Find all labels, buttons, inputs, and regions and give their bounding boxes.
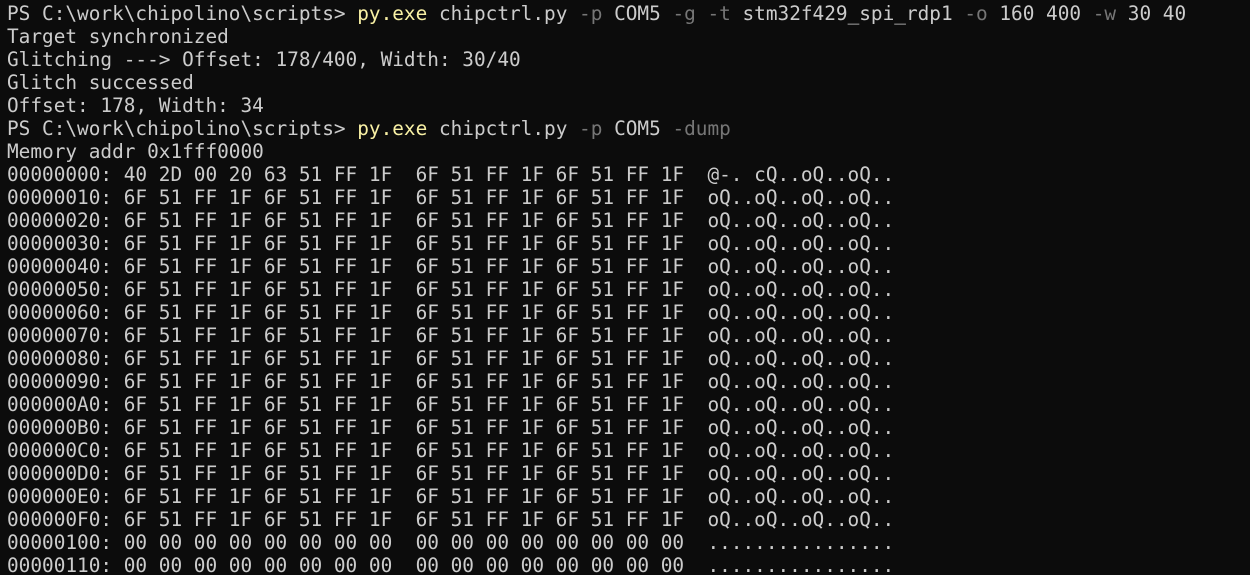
command-token-plain: PS C:\work\chipolino\scripts> [7, 117, 358, 140]
command-token-plain: chipctrl.py [427, 117, 580, 140]
command-token-plain: stm32f429_spi_rdp1 [730, 2, 965, 25]
output-line: 00000080: 6F 51 FF 1F 6F 51 FF 1F 6F 51 … [7, 347, 895, 370]
command-token-cmd: py.exe [357, 117, 428, 140]
output-line: Offset: 178, Width: 34 [7, 94, 264, 117]
output-line: 00000040: 6F 51 FF 1F 6F 51 FF 1F 6F 51 … [7, 255, 895, 278]
output-line: 00000000: 40 2D 00 20 63 51 FF 1F 6F 51 … [7, 163, 895, 186]
output-line: Memory addr 0x1fff0000 [7, 140, 264, 163]
command-token-flag: -w [1092, 2, 1117, 25]
output-line: Glitching ---> Offset: 178/400, Width: 3… [7, 48, 521, 71]
output-line: 00000100: 00 00 00 00 00 00 00 00 00 00 … [7, 531, 895, 554]
output-line: 000000C0: 6F 51 FF 1F 6F 51 FF 1F 6F 51 … [7, 439, 895, 462]
output-line: 000000E0: 6F 51 FF 1F 6F 51 FF 1F 6F 51 … [7, 485, 895, 508]
command-token-plain: COM5 [602, 2, 673, 25]
output-line: 000000D0: 6F 51 FF 1F 6F 51 FF 1F 6F 51 … [7, 462, 895, 485]
output-line: 00000050: 6F 51 FF 1F 6F 51 FF 1F 6F 51 … [7, 278, 895, 301]
output-line: 000000A0: 6F 51 FF 1F 6F 51 FF 1F 6F 51 … [7, 393, 895, 416]
output-line: 00000070: 6F 51 FF 1F 6F 51 FF 1F 6F 51 … [7, 324, 895, 347]
command-token-plain: COM5 [602, 117, 673, 140]
command-token-flag: -p [579, 2, 603, 25]
command-token-flag: -p [579, 117, 603, 140]
command-token-flag: -g -t [672, 2, 731, 25]
command-token-flag: -o [964, 2, 988, 25]
output-line: 000000F0: 6F 51 FF 1F 6F 51 FF 1F 6F 51 … [7, 508, 895, 531]
command-token-flag: -dump [672, 117, 731, 140]
output-line: Glitch successed [7, 71, 194, 94]
command-token-plain: 160 400 [987, 2, 1093, 25]
output-line: 000000B0: 6F 51 FF 1F 6F 51 FF 1F 6F 51 … [7, 416, 895, 439]
output-line: 00000060: 6F 51 FF 1F 6F 51 FF 1F 6F 51 … [7, 301, 895, 324]
output-line: 00000030: 6F 51 FF 1F 6F 51 FF 1F 6F 51 … [7, 232, 895, 255]
command-token-plain: chipctrl.py [427, 2, 580, 25]
output-line: Target synchronized [7, 25, 229, 48]
terminal-window[interactable]: PS C:\work\chipolino\scripts> py.exe chi… [0, 0, 1250, 575]
output-line: 00000110: 00 00 00 00 00 00 00 00 00 00 … [7, 554, 895, 575]
command-line: PS C:\work\chipolino\scripts> py.exe chi… [7, 117, 1250, 140]
command-token-plain: 30 40 [1116, 2, 1187, 25]
output-line: 00000010: 6F 51 FF 1F 6F 51 FF 1F 6F 51 … [7, 186, 895, 209]
command-line: PS C:\work\chipolino\scripts> py.exe chi… [7, 2, 1250, 25]
command-token-cmd: py.exe [357, 2, 428, 25]
output-line: 00000090: 6F 51 FF 1F 6F 51 FF 1F 6F 51 … [7, 370, 895, 393]
output-line: 00000020: 6F 51 FF 1F 6F 51 FF 1F 6F 51 … [7, 209, 895, 232]
command-token-plain: PS C:\work\chipolino\scripts> [7, 2, 358, 25]
